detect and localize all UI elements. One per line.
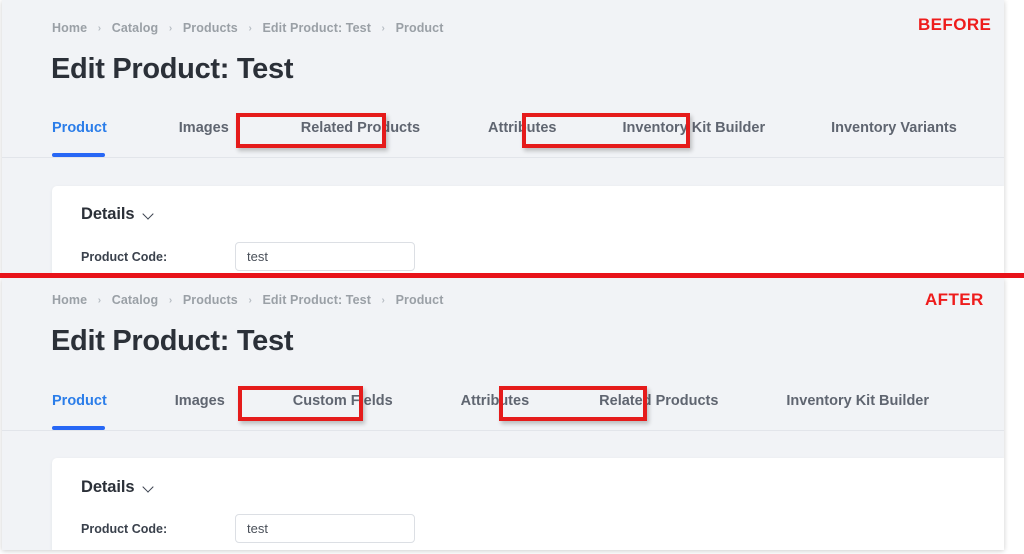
tab-images[interactable]: Images (175, 383, 225, 411)
highlight-inventory-kit-builder-before (522, 113, 690, 148)
breadcrumb-separator-icon: › (381, 23, 385, 34)
product-code-row: Product Code: (81, 242, 415, 271)
product-code-input[interactable] (235, 514, 415, 543)
page-title: Edit Product: Test (51, 325, 294, 357)
before-after-comparison: Home › Catalog › Products › Edit Product… (0, 0, 1024, 554)
breadcrumb-item-home[interactable]: Home (52, 21, 87, 35)
breadcrumb: Home › Catalog › Products › Edit Product… (52, 293, 444, 307)
breadcrumb-separator-icon: › (168, 295, 173, 306)
breadcrumb-item-home[interactable]: Home (52, 293, 87, 307)
details-card-header[interactable]: Details (81, 478, 155, 497)
before-label: BEFORE (918, 15, 992, 34)
breadcrumb-item-catalog[interactable]: Catalog (112, 293, 159, 307)
details-card: Details Product Code: (52, 458, 1004, 550)
after-label: AFTER (925, 290, 984, 309)
before-screenshot: Home › Catalog › Products › Edit Product… (2, 0, 1004, 273)
breadcrumb-item-edit-product[interactable]: Edit Product: Test (262, 21, 371, 35)
highlight-related-products-after (499, 386, 647, 421)
product-code-label: Product Code: (81, 521, 168, 536)
details-title: Details (81, 205, 135, 223)
tab-bar: Product Images Related Products Attribut… (2, 110, 1004, 158)
before-after-divider (0, 273, 1024, 278)
breadcrumb-separator-icon: › (248, 295, 252, 306)
breadcrumb-separator-icon: › (248, 23, 252, 34)
tab-inventory-variants[interactable]: Inventory Variants (831, 110, 957, 138)
breadcrumb-item-edit-product[interactable]: Edit Product: Test (262, 293, 371, 307)
tab-product[interactable]: Product (52, 383, 107, 430)
product-code-input[interactable] (235, 242, 415, 271)
breadcrumb-separator-icon: › (97, 295, 102, 306)
highlight-custom-fields-after (238, 386, 363, 421)
breadcrumb-item-catalog[interactable]: Catalog (112, 21, 159, 35)
product-code-row: Product Code: (81, 514, 415, 543)
product-edit-page-before: Home › Catalog › Products › Edit Product… (2, 0, 1004, 273)
breadcrumb-item-products[interactable]: Products (183, 21, 238, 35)
after-screenshot: Home › Catalog › Products › Edit Product… (2, 278, 1004, 550)
breadcrumb-item-product[interactable]: Product (396, 293, 444, 307)
details-card: Details Product Code: (52, 186, 1004, 273)
breadcrumb-item-products[interactable]: Products (183, 293, 238, 307)
chevron-down-icon[interactable] (144, 483, 155, 494)
details-card-header[interactable]: Details (81, 205, 155, 224)
tab-product[interactable]: Product (52, 110, 107, 157)
page-title: Edit Product: Test (51, 53, 294, 85)
chevron-down-icon[interactable] (144, 210, 155, 221)
product-code-label: Product Code: (81, 249, 168, 264)
tab-inventory-variants[interactable]: Inventory Kit Builder (786, 383, 929, 411)
breadcrumb-separator-icon: › (168, 23, 173, 34)
breadcrumb-separator-icon: › (381, 295, 385, 306)
highlight-related-products-before (236, 113, 386, 148)
tab-list: Product Images Custom Fields Attributes … (52, 383, 929, 430)
tab-images[interactable]: Images (179, 110, 229, 138)
details-title: Details (81, 478, 135, 496)
breadcrumb-item-product[interactable]: Product (396, 21, 444, 35)
breadcrumb-separator-icon: › (97, 23, 102, 34)
breadcrumb: Home › Catalog › Products › Edit Product… (52, 21, 444, 35)
